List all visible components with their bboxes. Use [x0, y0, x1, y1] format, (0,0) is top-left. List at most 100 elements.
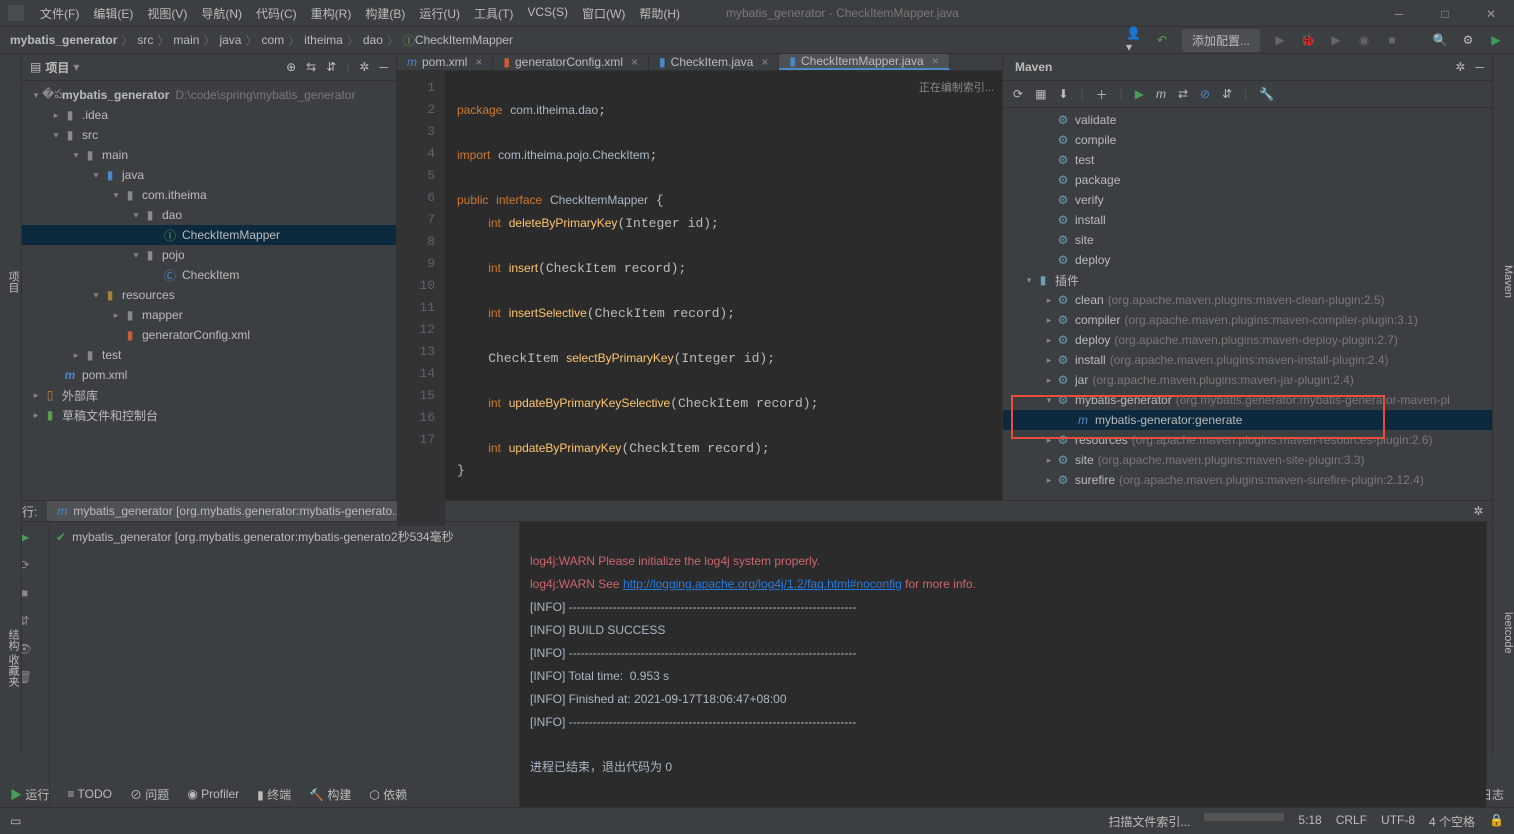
- menu-file[interactable]: 文件(F): [34, 2, 85, 25]
- maven-tree[interactable]: ⚙validate ⚙compile ⚙test ⚙package ⚙verif…: [1003, 108, 1492, 500]
- maven-test[interactable]: test: [1075, 153, 1094, 167]
- gear-icon[interactable]: ✲: [1473, 504, 1483, 518]
- tree-checkitem[interactable]: CheckItem: [182, 268, 239, 282]
- tab-checkitem[interactable]: ▮CheckItem.java×: [649, 54, 779, 70]
- log4j-link[interactable]: http://logging.apache.org/log4j/1.2/faq.…: [623, 577, 902, 591]
- close-icon[interactable]: ×: [475, 55, 482, 69]
- coverage-icon[interactable]: ▶: [1328, 32, 1344, 48]
- crumb-com[interactable]: com: [261, 33, 284, 47]
- maven-verify[interactable]: verify: [1075, 193, 1104, 207]
- crumb-main[interactable]: main: [173, 33, 199, 47]
- bottom-profiler[interactable]: ◉ Profiler: [187, 787, 239, 801]
- hide-icon[interactable]: ─: [1475, 60, 1484, 74]
- tree-test[interactable]: test: [102, 348, 121, 362]
- debug-icon[interactable]: 🐞: [1300, 32, 1316, 48]
- download-icon[interactable]: ⬇: [1058, 87, 1068, 101]
- tree-gencfg[interactable]: generatorConfig.xml: [142, 328, 250, 342]
- wrench-icon[interactable]: 🔧: [1259, 87, 1274, 101]
- menu-vcs[interactable]: VCS(S): [521, 2, 574, 25]
- maven-deploy-plugin[interactable]: deploy: [1075, 333, 1110, 347]
- search-icon[interactable]: 🔍: [1432, 32, 1448, 48]
- close-icon[interactable]: ×: [631, 55, 638, 69]
- bottom-terminal[interactable]: ▮ 终端: [257, 786, 291, 803]
- reload-icon[interactable]: ⟳: [1013, 87, 1023, 101]
- maven-deploy[interactable]: deploy: [1075, 253, 1110, 267]
- expand-icon[interactable]: ⇆: [306, 60, 316, 74]
- menu-window[interactable]: 窗口(W): [576, 2, 631, 25]
- left-gutter-structure[interactable]: 结构 收藏夹: [0, 500, 22, 756]
- bottom-problems[interactable]: ⊘ 问题: [130, 786, 169, 803]
- profile-icon[interactable]: ◉: [1356, 32, 1372, 48]
- maven-install[interactable]: install: [1075, 213, 1106, 227]
- menu-navigate[interactable]: 导航(N): [195, 2, 248, 25]
- status-pos[interactable]: 5:18: [1298, 813, 1321, 830]
- collapse-icon[interactable]: ⇵: [1222, 87, 1232, 101]
- project-tree[interactable]: ▾�పmybatis_generatorD:\code\spring\mybat…: [22, 81, 396, 500]
- status-spaces[interactable]: 4 个空格: [1429, 813, 1475, 830]
- close-icon[interactable]: ×: [932, 54, 939, 68]
- right-gutter-maven[interactable]: Maven: [1492, 54, 1514, 500]
- menu-code[interactable]: 代码(C): [250, 2, 303, 25]
- bottom-run[interactable]: ▶ 运行: [10, 786, 49, 803]
- crumb-class[interactable]: CheckItemMapper: [415, 33, 513, 47]
- maven-package[interactable]: package: [1075, 173, 1120, 187]
- run-tab[interactable]: mmybatis_generator [org.mybatis.generato…: [47, 501, 425, 521]
- run-icon[interactable]: ▶: [1272, 32, 1288, 48]
- maven-jar[interactable]: jar: [1075, 373, 1088, 387]
- maven-plugins[interactable]: 插件: [1055, 272, 1079, 289]
- maven-resources[interactable]: resources: [1075, 433, 1128, 447]
- bottom-build[interactable]: 🔨 构建: [309, 786, 351, 803]
- run-config-dropdown[interactable]: 添加配置...: [1182, 29, 1260, 52]
- status-enc[interactable]: UTF-8: [1381, 813, 1415, 830]
- right-gutter-leetcode[interactable]: leetcode: [1492, 500, 1514, 756]
- locate-icon[interactable]: ⊕: [286, 60, 296, 74]
- left-gutter-project[interactable]: 项目: [0, 54, 22, 500]
- maximize-button[interactable]: □: [1422, 0, 1468, 27]
- m-icon[interactable]: m: [1156, 87, 1166, 101]
- tab-gencfg[interactable]: ▮generatorConfig.xml×: [493, 54, 649, 70]
- menu-run[interactable]: 运行(U): [413, 2, 466, 25]
- gear-icon[interactable]: ✲: [1455, 60, 1465, 74]
- stop-icon[interactable]: ■: [1384, 32, 1400, 48]
- crumb-src[interactable]: src: [137, 33, 153, 47]
- menu-help[interactable]: 帮助(H): [633, 2, 686, 25]
- code-editor[interactable]: package com.itheima.dao; import com.ithe…: [445, 71, 1002, 526]
- play-icon[interactable]: ▶: [1488, 32, 1504, 48]
- maven-mybatis-generator[interactable]: mybatis-generator: [1075, 393, 1172, 407]
- maven-mbg-generate[interactable]: mybatis-generator:generate: [1095, 413, 1242, 427]
- tree-extlib[interactable]: 外部库: [62, 387, 98, 404]
- crumb-java[interactable]: java: [219, 33, 241, 47]
- menu-build[interactable]: 构建(B): [359, 2, 411, 25]
- crumb-root[interactable]: mybatis_generator: [10, 33, 117, 47]
- toggle-icon[interactable]: ⇄: [1178, 87, 1188, 101]
- run-icon[interactable]: ▶: [1135, 87, 1144, 101]
- maven-install-plugin[interactable]: install: [1075, 353, 1106, 367]
- maven-site[interactable]: site: [1075, 233, 1094, 247]
- maven-site-plugin[interactable]: site: [1075, 453, 1094, 467]
- settings-icon[interactable]: ⚙: [1460, 32, 1476, 48]
- collapse-icon[interactable]: ⇵: [326, 60, 336, 74]
- tree-resources[interactable]: resources: [122, 288, 175, 302]
- user-icon[interactable]: 👤▾: [1126, 32, 1142, 48]
- maven-validate[interactable]: validate: [1075, 113, 1116, 127]
- maven-compile[interactable]: compile: [1075, 133, 1116, 147]
- menu-refactor[interactable]: 重构(R): [305, 2, 358, 25]
- menu-view[interactable]: 视图(V): [141, 2, 193, 25]
- tab-pom[interactable]: mpom.xml×: [397, 54, 493, 70]
- skip-icon[interactable]: ⊘: [1200, 87, 1210, 101]
- tree-root[interactable]: mybatis_generator: [62, 88, 169, 102]
- menu-edit[interactable]: 编辑(E): [87, 2, 139, 25]
- crumb-itheima[interactable]: itheima: [304, 33, 343, 47]
- tree-src[interactable]: src: [82, 128, 98, 142]
- tree-checkitemmapper[interactable]: CheckItemMapper: [182, 228, 280, 242]
- maven-compiler[interactable]: compiler: [1075, 313, 1120, 327]
- back-icon[interactable]: ↶: [1154, 32, 1170, 48]
- tree-main[interactable]: main: [102, 148, 128, 162]
- tree-scratch[interactable]: 草稿文件和控制台: [62, 407, 158, 424]
- close-icon[interactable]: ×: [761, 55, 768, 69]
- maven-surefire[interactable]: surefire: [1075, 473, 1115, 487]
- generate-icon[interactable]: ▦: [1035, 87, 1046, 101]
- bottom-todo[interactable]: ≡ TODO: [67, 787, 112, 801]
- tree-dao[interactable]: dao: [162, 208, 182, 222]
- gear-icon[interactable]: ✲: [359, 60, 369, 74]
